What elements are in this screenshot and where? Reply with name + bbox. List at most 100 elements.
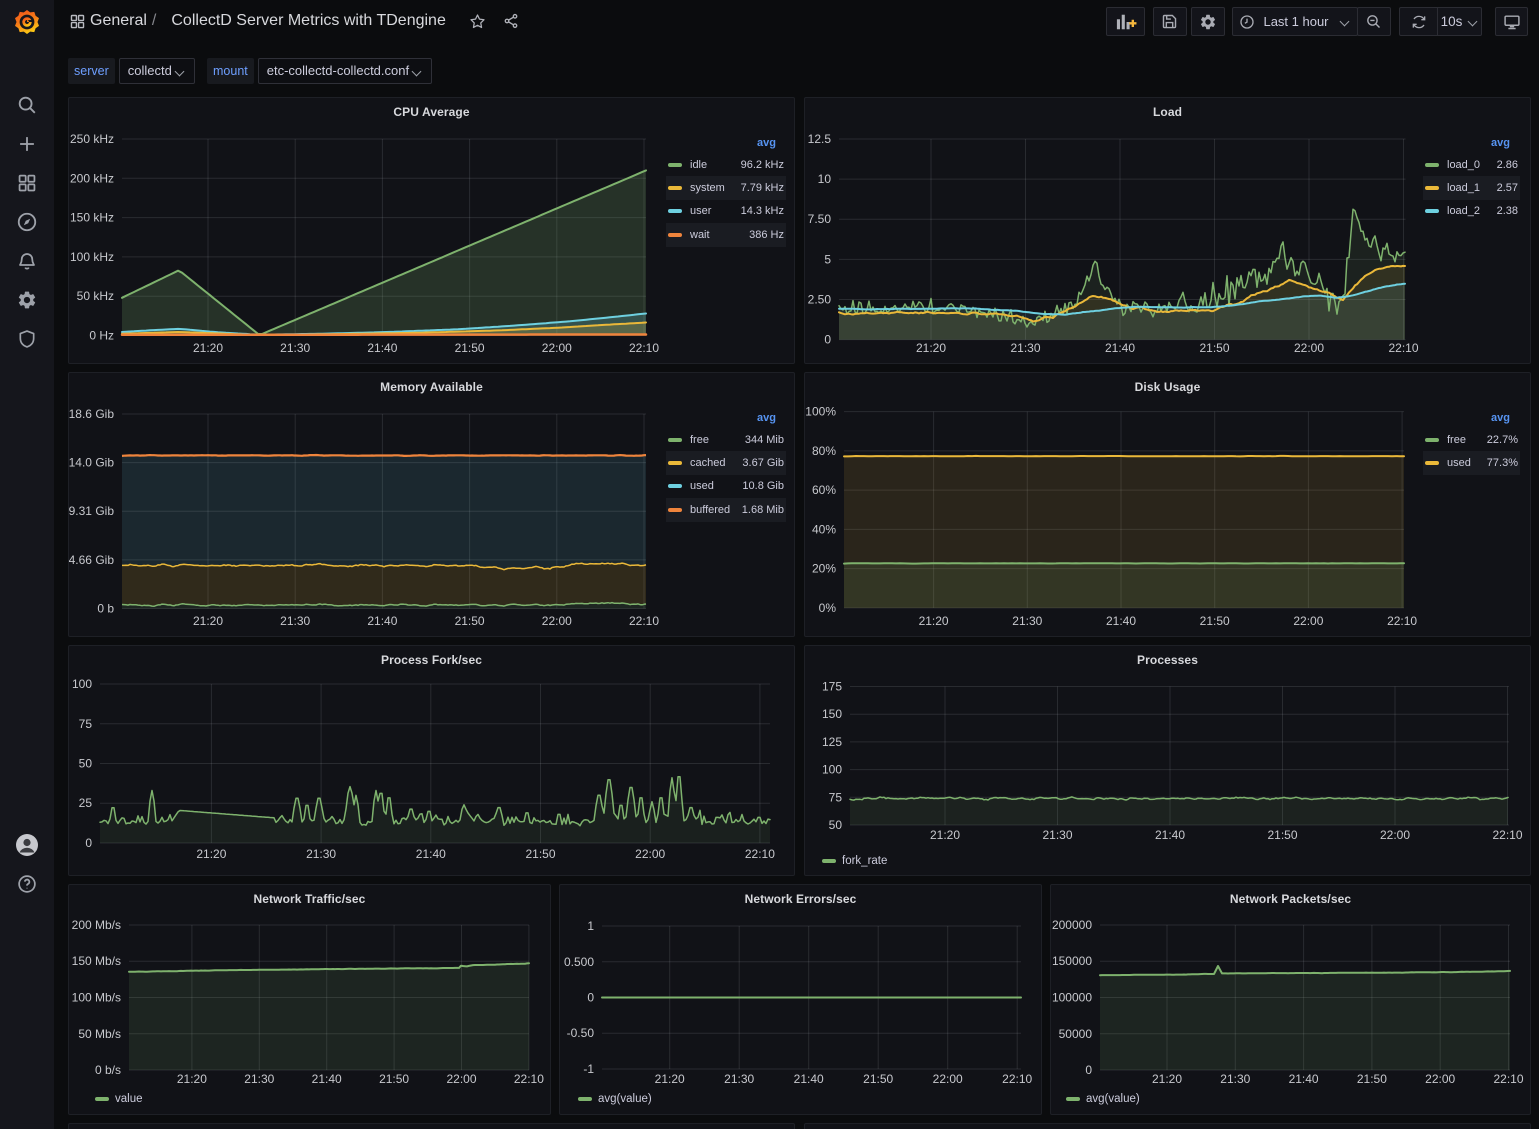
- svg-text:21:30: 21:30: [1220, 1072, 1250, 1086]
- svg-text:22:10: 22:10: [514, 1072, 544, 1086]
- svg-text:150 Mb/s: 150 Mb/s: [72, 954, 121, 968]
- svg-text:21:50: 21:50: [1199, 341, 1229, 355]
- svg-text:21:40: 21:40: [1155, 828, 1185, 842]
- svg-text:21:30: 21:30: [280, 614, 310, 628]
- svg-text:21:50: 21:50: [1200, 614, 1230, 628]
- svg-text:21:40: 21:40: [794, 1072, 824, 1086]
- svg-text:50000: 50000: [1059, 1027, 1093, 1041]
- svg-text:4.66 Gib: 4.66 Gib: [69, 553, 114, 567]
- svg-text:100 Mb/s: 100 Mb/s: [72, 991, 121, 1005]
- svg-text:22:10: 22:10: [1492, 828, 1522, 842]
- svg-text:21:30: 21:30: [1012, 614, 1042, 628]
- svg-text:100: 100: [822, 763, 842, 777]
- svg-text:22:00: 22:00: [1293, 614, 1323, 628]
- svg-text:100: 100: [72, 677, 92, 691]
- svg-text:0: 0: [85, 836, 92, 850]
- svg-text:21:20: 21:20: [919, 614, 949, 628]
- svg-text:22:00: 22:00: [542, 341, 572, 355]
- svg-text:18.6 Gib: 18.6 Gib: [69, 407, 114, 421]
- svg-text:22:10: 22:10: [1388, 341, 1418, 355]
- svg-text:22:10: 22:10: [629, 614, 659, 628]
- svg-text:50: 50: [829, 818, 843, 832]
- svg-text:50 kHz: 50 kHz: [77, 289, 114, 303]
- svg-text:21:50: 21:50: [455, 614, 485, 628]
- svg-text:75: 75: [829, 790, 843, 804]
- svg-text:100%: 100%: [805, 405, 836, 419]
- svg-text:40%: 40%: [812, 522, 836, 536]
- svg-text:0.500: 0.500: [564, 955, 594, 969]
- svg-text:7.50: 7.50: [808, 212, 832, 226]
- svg-text:0: 0: [1085, 1063, 1092, 1077]
- svg-text:21:40: 21:40: [1105, 341, 1135, 355]
- svg-text:0 Hz: 0 Hz: [89, 329, 114, 343]
- svg-text:20%: 20%: [812, 562, 836, 576]
- svg-text:10: 10: [818, 172, 832, 186]
- svg-text:21:20: 21:20: [655, 1072, 685, 1086]
- svg-text:21:30: 21:30: [724, 1072, 754, 1086]
- svg-text:21:20: 21:20: [193, 341, 223, 355]
- svg-text:21:50: 21:50: [863, 1072, 893, 1086]
- svg-text:-0.50: -0.50: [567, 1026, 595, 1040]
- svg-text:21:40: 21:40: [367, 341, 397, 355]
- svg-text:21:40: 21:40: [1289, 1072, 1319, 1086]
- svg-text:21:50: 21:50: [379, 1072, 409, 1086]
- svg-text:22:00: 22:00: [542, 614, 572, 628]
- svg-text:50: 50: [79, 757, 93, 771]
- svg-text:21:50: 21:50: [525, 847, 555, 861]
- svg-text:2.50: 2.50: [808, 293, 832, 307]
- svg-text:125: 125: [822, 735, 842, 749]
- svg-text:25: 25: [79, 796, 93, 810]
- svg-text:0: 0: [824, 333, 831, 347]
- svg-text:21:40: 21:40: [1106, 614, 1136, 628]
- svg-text:1: 1: [587, 919, 594, 933]
- svg-text:21:20: 21:20: [916, 341, 946, 355]
- svg-text:22:10: 22:10: [1387, 614, 1417, 628]
- svg-text:250 kHz: 250 kHz: [70, 132, 114, 146]
- svg-text:14.0 Gib: 14.0 Gib: [69, 456, 114, 470]
- svg-text:22:10: 22:10: [1493, 1072, 1523, 1086]
- svg-text:75: 75: [79, 717, 93, 731]
- svg-text:21:40: 21:40: [416, 847, 446, 861]
- svg-text:100000: 100000: [1052, 991, 1092, 1005]
- svg-text:150000: 150000: [1052, 954, 1092, 968]
- svg-text:22:00: 22:00: [1425, 1072, 1455, 1086]
- svg-text:21:40: 21:40: [367, 614, 397, 628]
- svg-text:21:30: 21:30: [280, 341, 310, 355]
- svg-text:12.5: 12.5: [808, 132, 832, 146]
- svg-text:200 kHz: 200 kHz: [70, 171, 114, 185]
- svg-text:21:50: 21:50: [1267, 828, 1297, 842]
- svg-text:21:30: 21:30: [1010, 341, 1040, 355]
- svg-text:100 kHz: 100 kHz: [70, 250, 114, 264]
- svg-text:21:20: 21:20: [1152, 1072, 1182, 1086]
- svg-text:21:20: 21:20: [196, 847, 226, 861]
- svg-text:50 Mb/s: 50 Mb/s: [78, 1027, 121, 1041]
- svg-text:22:10: 22:10: [629, 341, 659, 355]
- svg-text:175: 175: [822, 680, 842, 694]
- svg-text:9.31 Gib: 9.31 Gib: [69, 504, 114, 518]
- svg-text:0 b: 0 b: [97, 602, 114, 616]
- svg-text:21:40: 21:40: [312, 1072, 342, 1086]
- svg-text:21:50: 21:50: [1357, 1072, 1387, 1086]
- svg-text:200 Mb/s: 200 Mb/s: [72, 918, 121, 932]
- svg-text:21:20: 21:20: [193, 614, 223, 628]
- svg-text:60%: 60%: [812, 483, 836, 497]
- svg-text:0: 0: [587, 991, 594, 1005]
- svg-text:21:20: 21:20: [177, 1072, 207, 1086]
- svg-text:22:00: 22:00: [446, 1072, 476, 1086]
- svg-text:22:00: 22:00: [933, 1072, 963, 1086]
- svg-text:-1: -1: [583, 1062, 594, 1076]
- svg-text:80%: 80%: [812, 444, 836, 458]
- svg-text:21:30: 21:30: [306, 847, 336, 861]
- svg-text:21:30: 21:30: [244, 1072, 274, 1086]
- svg-text:0%: 0%: [819, 601, 837, 615]
- svg-text:0 b/s: 0 b/s: [95, 1063, 121, 1077]
- svg-text:21:50: 21:50: [455, 341, 485, 355]
- svg-text:22:00: 22:00: [635, 847, 665, 861]
- svg-text:200000: 200000: [1052, 918, 1092, 932]
- svg-text:21:30: 21:30: [1042, 828, 1072, 842]
- svg-text:5: 5: [824, 252, 831, 266]
- svg-text:150 kHz: 150 kHz: [70, 211, 114, 225]
- svg-text:22:10: 22:10: [745, 847, 775, 861]
- svg-text:21:20: 21:20: [930, 828, 960, 842]
- svg-text:22:00: 22:00: [1294, 341, 1324, 355]
